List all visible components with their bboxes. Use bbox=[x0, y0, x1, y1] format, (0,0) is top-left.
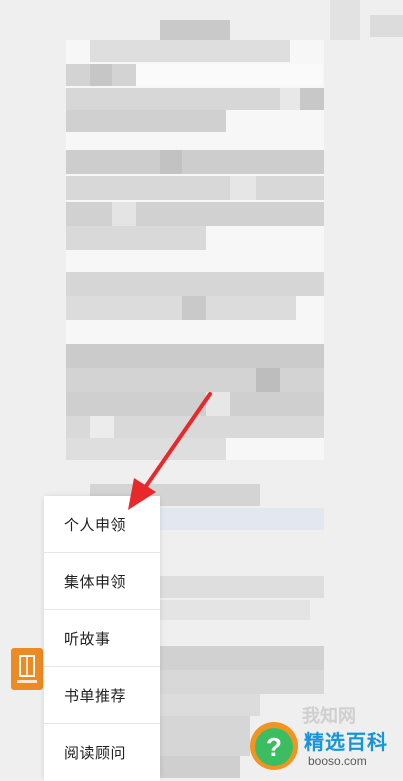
menu-item-book-list[interactable]: 书单推荐 bbox=[44, 667, 160, 724]
book-icon[interactable] bbox=[11, 648, 43, 690]
menu-item-label: 书单推荐 bbox=[64, 686, 127, 705]
watermark-faint-text: 我知网 bbox=[302, 706, 356, 727]
menu-item-label: 阅读顾问 bbox=[64, 744, 127, 762]
popup-menu: 个人申领 集体申领 听故事 书单推荐 阅读顾问 bbox=[44, 496, 160, 781]
menu-item-label: 听故事 bbox=[64, 629, 111, 648]
menu-item-listen-story[interactable]: 听故事 bbox=[44, 610, 160, 667]
watermark-brand: 精选百科 bbox=[304, 732, 388, 754]
menu-item-label: 集体申领 bbox=[64, 572, 127, 591]
menu-item-personal-claim[interactable]: 个人申领 bbox=[44, 496, 160, 553]
menu-item-label: 个人申领 bbox=[64, 515, 127, 534]
menu-item-group-claim[interactable]: 集体申领 bbox=[44, 553, 160, 610]
menu-item-reading-advisor[interactable]: 阅读顾问 bbox=[44, 724, 160, 781]
svg-text:?: ? bbox=[266, 732, 282, 762]
question-mark-logo-icon: ? bbox=[250, 722, 298, 770]
watermark-url: booso.com bbox=[308, 754, 367, 768]
